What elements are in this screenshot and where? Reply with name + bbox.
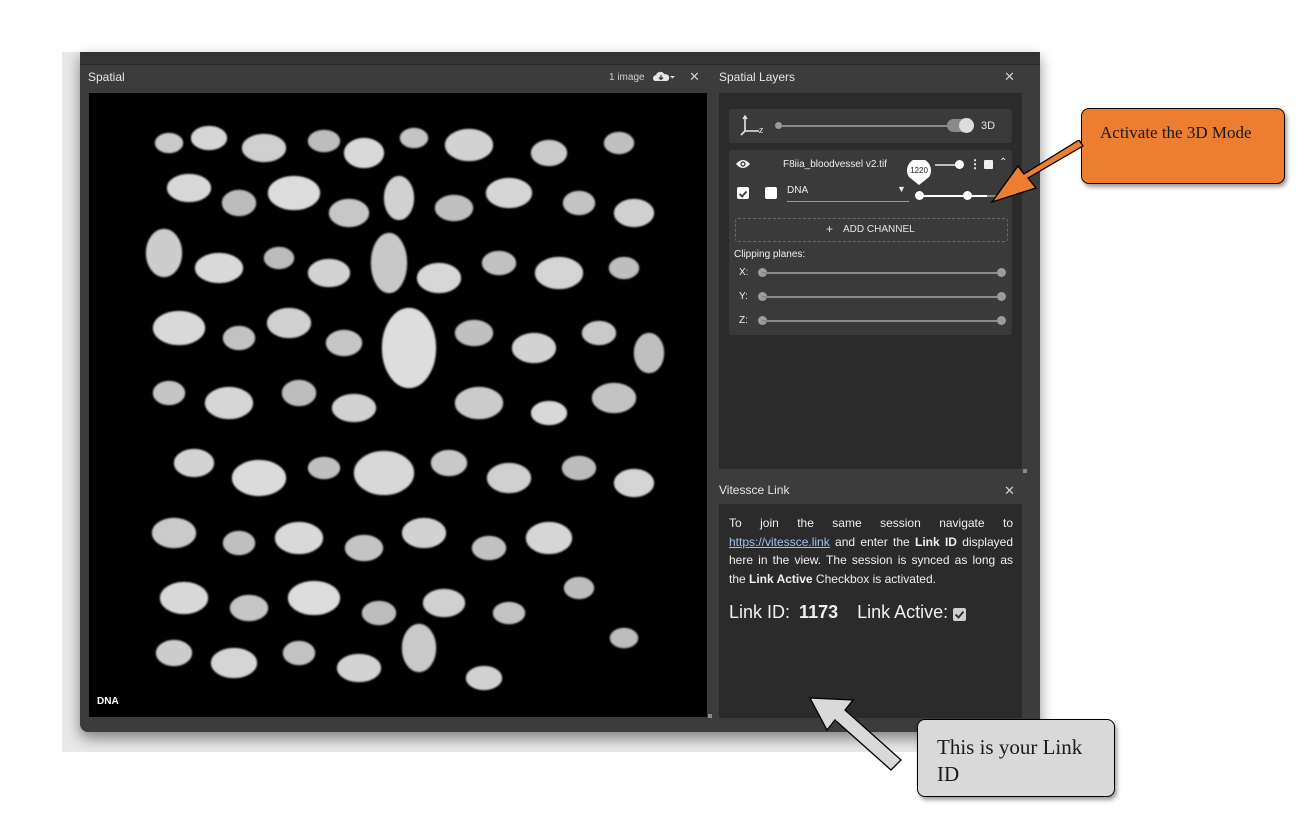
channel-color-swatch[interactable]: [765, 187, 777, 199]
clipping-planes-label: Clipping planes:: [734, 249, 806, 260]
link-id-label: Link ID:: [729, 602, 791, 622]
vitessce-link-url[interactable]: https://vitessce.link: [729, 535, 830, 549]
clip-x-label: X:: [739, 267, 749, 278]
channel-range-slider[interactable]: [919, 195, 987, 197]
vitessce-link-title: Vitessce Link: [719, 483, 790, 497]
activate-3d-callout-text: Activate the 3D Mode: [1100, 123, 1252, 142]
clip-y-max-knob[interactable]: [997, 292, 1006, 301]
layer-opacity-knob[interactable]: [955, 160, 964, 169]
link-active-checkbox[interactable]: [953, 608, 966, 621]
layer-card: F8iia_bloodvessel v2.tif ⋮ ⌃ DNA ▼ 1220 …: [729, 150, 1012, 335]
eye-visibility-icon[interactable]: [735, 157, 751, 175]
slider-value-tooltip: 1220: [905, 160, 933, 185]
plus-icon: +: [826, 222, 834, 236]
vitessce-link-panel: To join the same session navigate to htt…: [719, 504, 1022, 718]
clip-z-slider[interactable]: [762, 320, 1002, 322]
clip-z-label: Z:: [739, 315, 748, 326]
vlink-bold-link-active: Link Active: [749, 571, 813, 586]
cloud-download-icon[interactable]: [652, 70, 676, 89]
3d-toggle[interactable]: [947, 118, 974, 133]
spatial-close-icon[interactable]: ✕: [689, 69, 700, 85]
link-id-value: 1173: [799, 602, 839, 622]
channel-label: DNA: [97, 696, 119, 707]
vlink-text-4: Checkbox is activated.: [812, 571, 936, 586]
add-channel-button[interactable]: + ADD CHANNEL: [735, 218, 1008, 242]
clip-x-max-knob[interactable]: [997, 268, 1006, 277]
channel-select-value: DNA: [787, 185, 809, 196]
arrow-to-link-id: [808, 697, 902, 771]
vlink-text-2: and enter the: [829, 534, 915, 549]
channel-range-min-knob[interactable]: [915, 191, 924, 200]
layers-close-icon[interactable]: ✕: [1004, 69, 1015, 85]
channel-range-max-knob[interactable]: [963, 191, 972, 200]
activate-3d-callout: Activate the 3D Mode: [1081, 108, 1285, 184]
link-id-callout: This is your Link ID: [917, 719, 1115, 797]
channel-select[interactable]: [787, 201, 909, 202]
vlink-instructions: To join the same session navigate to htt…: [729, 514, 1013, 588]
layers-resize-handle[interactable]: [1023, 469, 1027, 473]
spatial-image-view[interactable]: DNA: [89, 93, 707, 717]
spatial-layers-title: Spatial Layers: [719, 70, 796, 84]
link-id-row: Link ID: 1173 Link Active:: [729, 602, 948, 623]
3d-label: 3D: [981, 120, 996, 132]
channel-visibility-checkbox[interactable]: [737, 187, 749, 199]
vlink-text-1: To join the same session navigate to: [729, 516, 1013, 530]
clip-y-label: Y:: [739, 291, 748, 302]
z-slice-slider[interactable]: [781, 125, 959, 127]
spatial-title: Spatial: [88, 70, 125, 84]
nuclei-3d-render: [145, 125, 665, 691]
view-mode-card: z 3D: [729, 109, 1012, 143]
clip-y-slider[interactable]: [762, 296, 1002, 298]
svg-text:z: z: [758, 124, 764, 136]
link-active-label: Link Active:: [857, 602, 949, 622]
arrow-to-3d-slider: [990, 140, 1084, 204]
clip-z-max-knob[interactable]: [997, 316, 1006, 325]
window-top-bar: [80, 52, 1040, 65]
link-id-callout-text: This is your Link ID: [937, 735, 1083, 786]
spatial-resize-handle[interactable]: [708, 714, 712, 718]
image-count: 1 image: [609, 72, 645, 83]
axes-3d-icon: z: [739, 114, 767, 141]
add-channel-label: ADD CHANNEL: [843, 224, 915, 235]
vlink-bold-link-id: Link ID: [915, 534, 957, 549]
spatial-layers-panel: z 3D F8iia_bloodvessel v2.tif ⋮ ⌃ DNA ▼ …: [719, 93, 1022, 469]
vlink-close-icon[interactable]: ✕: [1004, 483, 1015, 499]
clip-x-slider[interactable]: [762, 272, 1002, 274]
more-options-icon[interactable]: ⋮: [969, 157, 981, 171]
layer-name: F8iia_bloodvessel v2.tif: [783, 159, 887, 170]
